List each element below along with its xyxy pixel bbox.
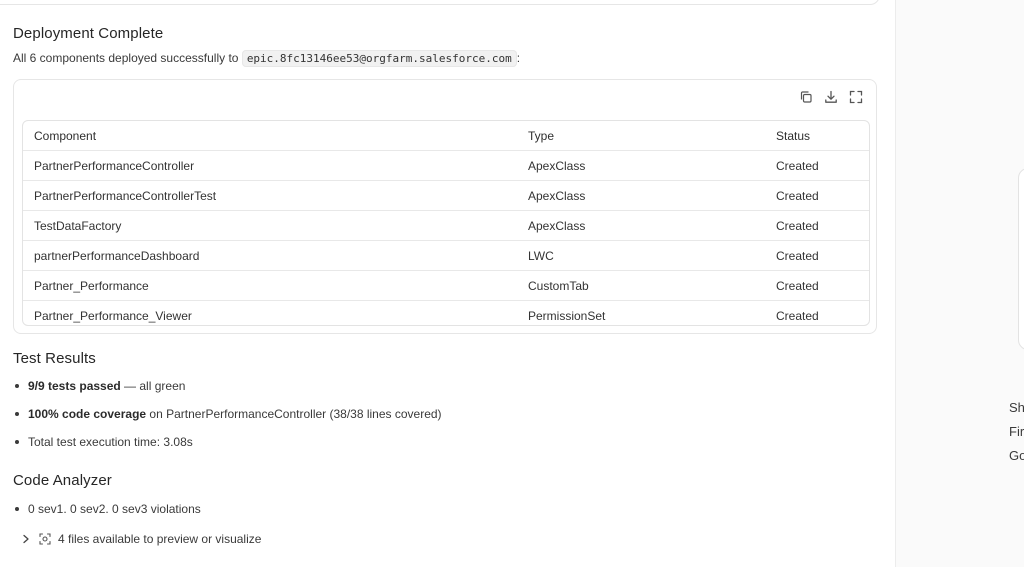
cell-type: CustomTab bbox=[517, 270, 765, 301]
cell-component: partnerPerformanceDashboard bbox=[23, 240, 517, 271]
cell-type: PermissionSet bbox=[528, 308, 606, 323]
execution-time: Total test execution time: 3.08s bbox=[28, 435, 193, 449]
cell-type: ApexClass bbox=[517, 210, 765, 241]
list-item: Total test execution time: 3.08s bbox=[13, 434, 442, 462]
coverage-value: 100% code coverage bbox=[28, 407, 147, 421]
cell-status: Created bbox=[776, 308, 819, 323]
page: Deployment Complete All 6 components dep… bbox=[0, 0, 1024, 567]
files-label: 4 files available to preview or visualiz… bbox=[58, 532, 262, 546]
cell-component: Partner_Performance_Viewer bbox=[34, 308, 192, 323]
right-side-panel: Sh Fir Go bbox=[895, 0, 1024, 567]
previous-card-edge bbox=[0, 0, 880, 5]
cell-status: Created bbox=[765, 180, 869, 211]
header-status: Status bbox=[765, 121, 869, 151]
table-row: Partner_Performance CustomTab Created bbox=[23, 270, 869, 301]
test-results-list: 9/9 tests passed — all green 100% code c… bbox=[13, 378, 442, 462]
copy-icon bbox=[799, 90, 813, 109]
code-analyzer-heading: Code Analyzer bbox=[13, 472, 112, 489]
summary-suffix: : bbox=[516, 51, 521, 65]
tests-passed: 9/9 tests passed bbox=[28, 379, 121, 393]
header-component: Component bbox=[23, 121, 517, 151]
list-item: 100% code coverage on PartnerPerformance… bbox=[13, 406, 442, 434]
table-row: TestDataFactory ApexClass Created bbox=[23, 210, 869, 241]
table-header-row: Component Type Status bbox=[23, 121, 869, 151]
expand-button[interactable] bbox=[847, 90, 864, 109]
cell-type: LWC bbox=[517, 240, 765, 271]
cell-component: Partner_Performance bbox=[23, 270, 517, 301]
download-button[interactable] bbox=[822, 90, 839, 109]
list-item: 9/9 tests passed — all green bbox=[13, 378, 442, 406]
tests-passed-note: — all green bbox=[120, 379, 186, 393]
panel-text-line: Go bbox=[1009, 448, 1024, 463]
code-analyzer-list: 0 sev1. 0 sev2. 0 sev3 violations bbox=[13, 501, 201, 529]
summary-text: All 6 components deployed successfully t… bbox=[13, 51, 239, 65]
expand-icon bbox=[849, 90, 863, 109]
header-type: Type bbox=[517, 121, 765, 151]
cell-status: Created bbox=[765, 240, 869, 271]
coverage-note: on PartnerPerformanceController (38/38 l… bbox=[146, 407, 442, 421]
table-row: PartnerPerformanceController ApexClass C… bbox=[23, 150, 869, 181]
cell-component: PartnerPerformanceControllerTest bbox=[23, 180, 517, 211]
table-row: PartnerPerformanceControllerTest ApexCla… bbox=[23, 180, 869, 211]
cell-type: ApexClass bbox=[517, 150, 765, 181]
cell-component: PartnerPerformanceController bbox=[23, 150, 517, 181]
components-table: Component Type Status PartnerPerformance… bbox=[22, 120, 870, 326]
files-disclosure[interactable]: 4 files available to preview or visualiz… bbox=[22, 532, 261, 546]
deployment-heading: Deployment Complete bbox=[13, 25, 164, 42]
list-item: 0 sev1. 0 sev2. 0 sev3 violations bbox=[13, 501, 201, 529]
org-username: epic.8fc13146ee53@orgfarm.salesforce.com bbox=[241, 50, 517, 67]
panel-text-line: Sh bbox=[1009, 400, 1024, 415]
chat-main-column: Deployment Complete All 6 components dep… bbox=[0, 0, 895, 567]
cell-status: Created bbox=[765, 210, 869, 241]
table-row: partnerPerformanceDashboard LWC Created bbox=[23, 240, 869, 271]
table-row: Partner_Performance_Viewer PermissionSet… bbox=[23, 301, 869, 326]
cell-type: ApexClass bbox=[517, 180, 765, 211]
scan-icon bbox=[39, 533, 51, 545]
panel-card-edge bbox=[1018, 168, 1024, 350]
chevron-right-icon bbox=[22, 534, 32, 544]
cell-status: Created bbox=[765, 150, 869, 181]
violations-summary: 0 sev1. 0 sev2. 0 sev3 violations bbox=[28, 502, 201, 516]
cell-component: TestDataFactory bbox=[23, 210, 517, 241]
copy-button[interactable] bbox=[797, 91, 814, 108]
download-icon bbox=[824, 90, 838, 109]
deployment-summary: All 6 components deployed successfully t… bbox=[13, 50, 521, 67]
table-toolbar bbox=[797, 90, 864, 109]
components-table-card: Component Type Status PartnerPerformance… bbox=[13, 79, 877, 334]
cell-status: Created bbox=[765, 270, 869, 301]
test-results-heading: Test Results bbox=[13, 350, 96, 367]
panel-text-line: Fir bbox=[1009, 424, 1024, 439]
